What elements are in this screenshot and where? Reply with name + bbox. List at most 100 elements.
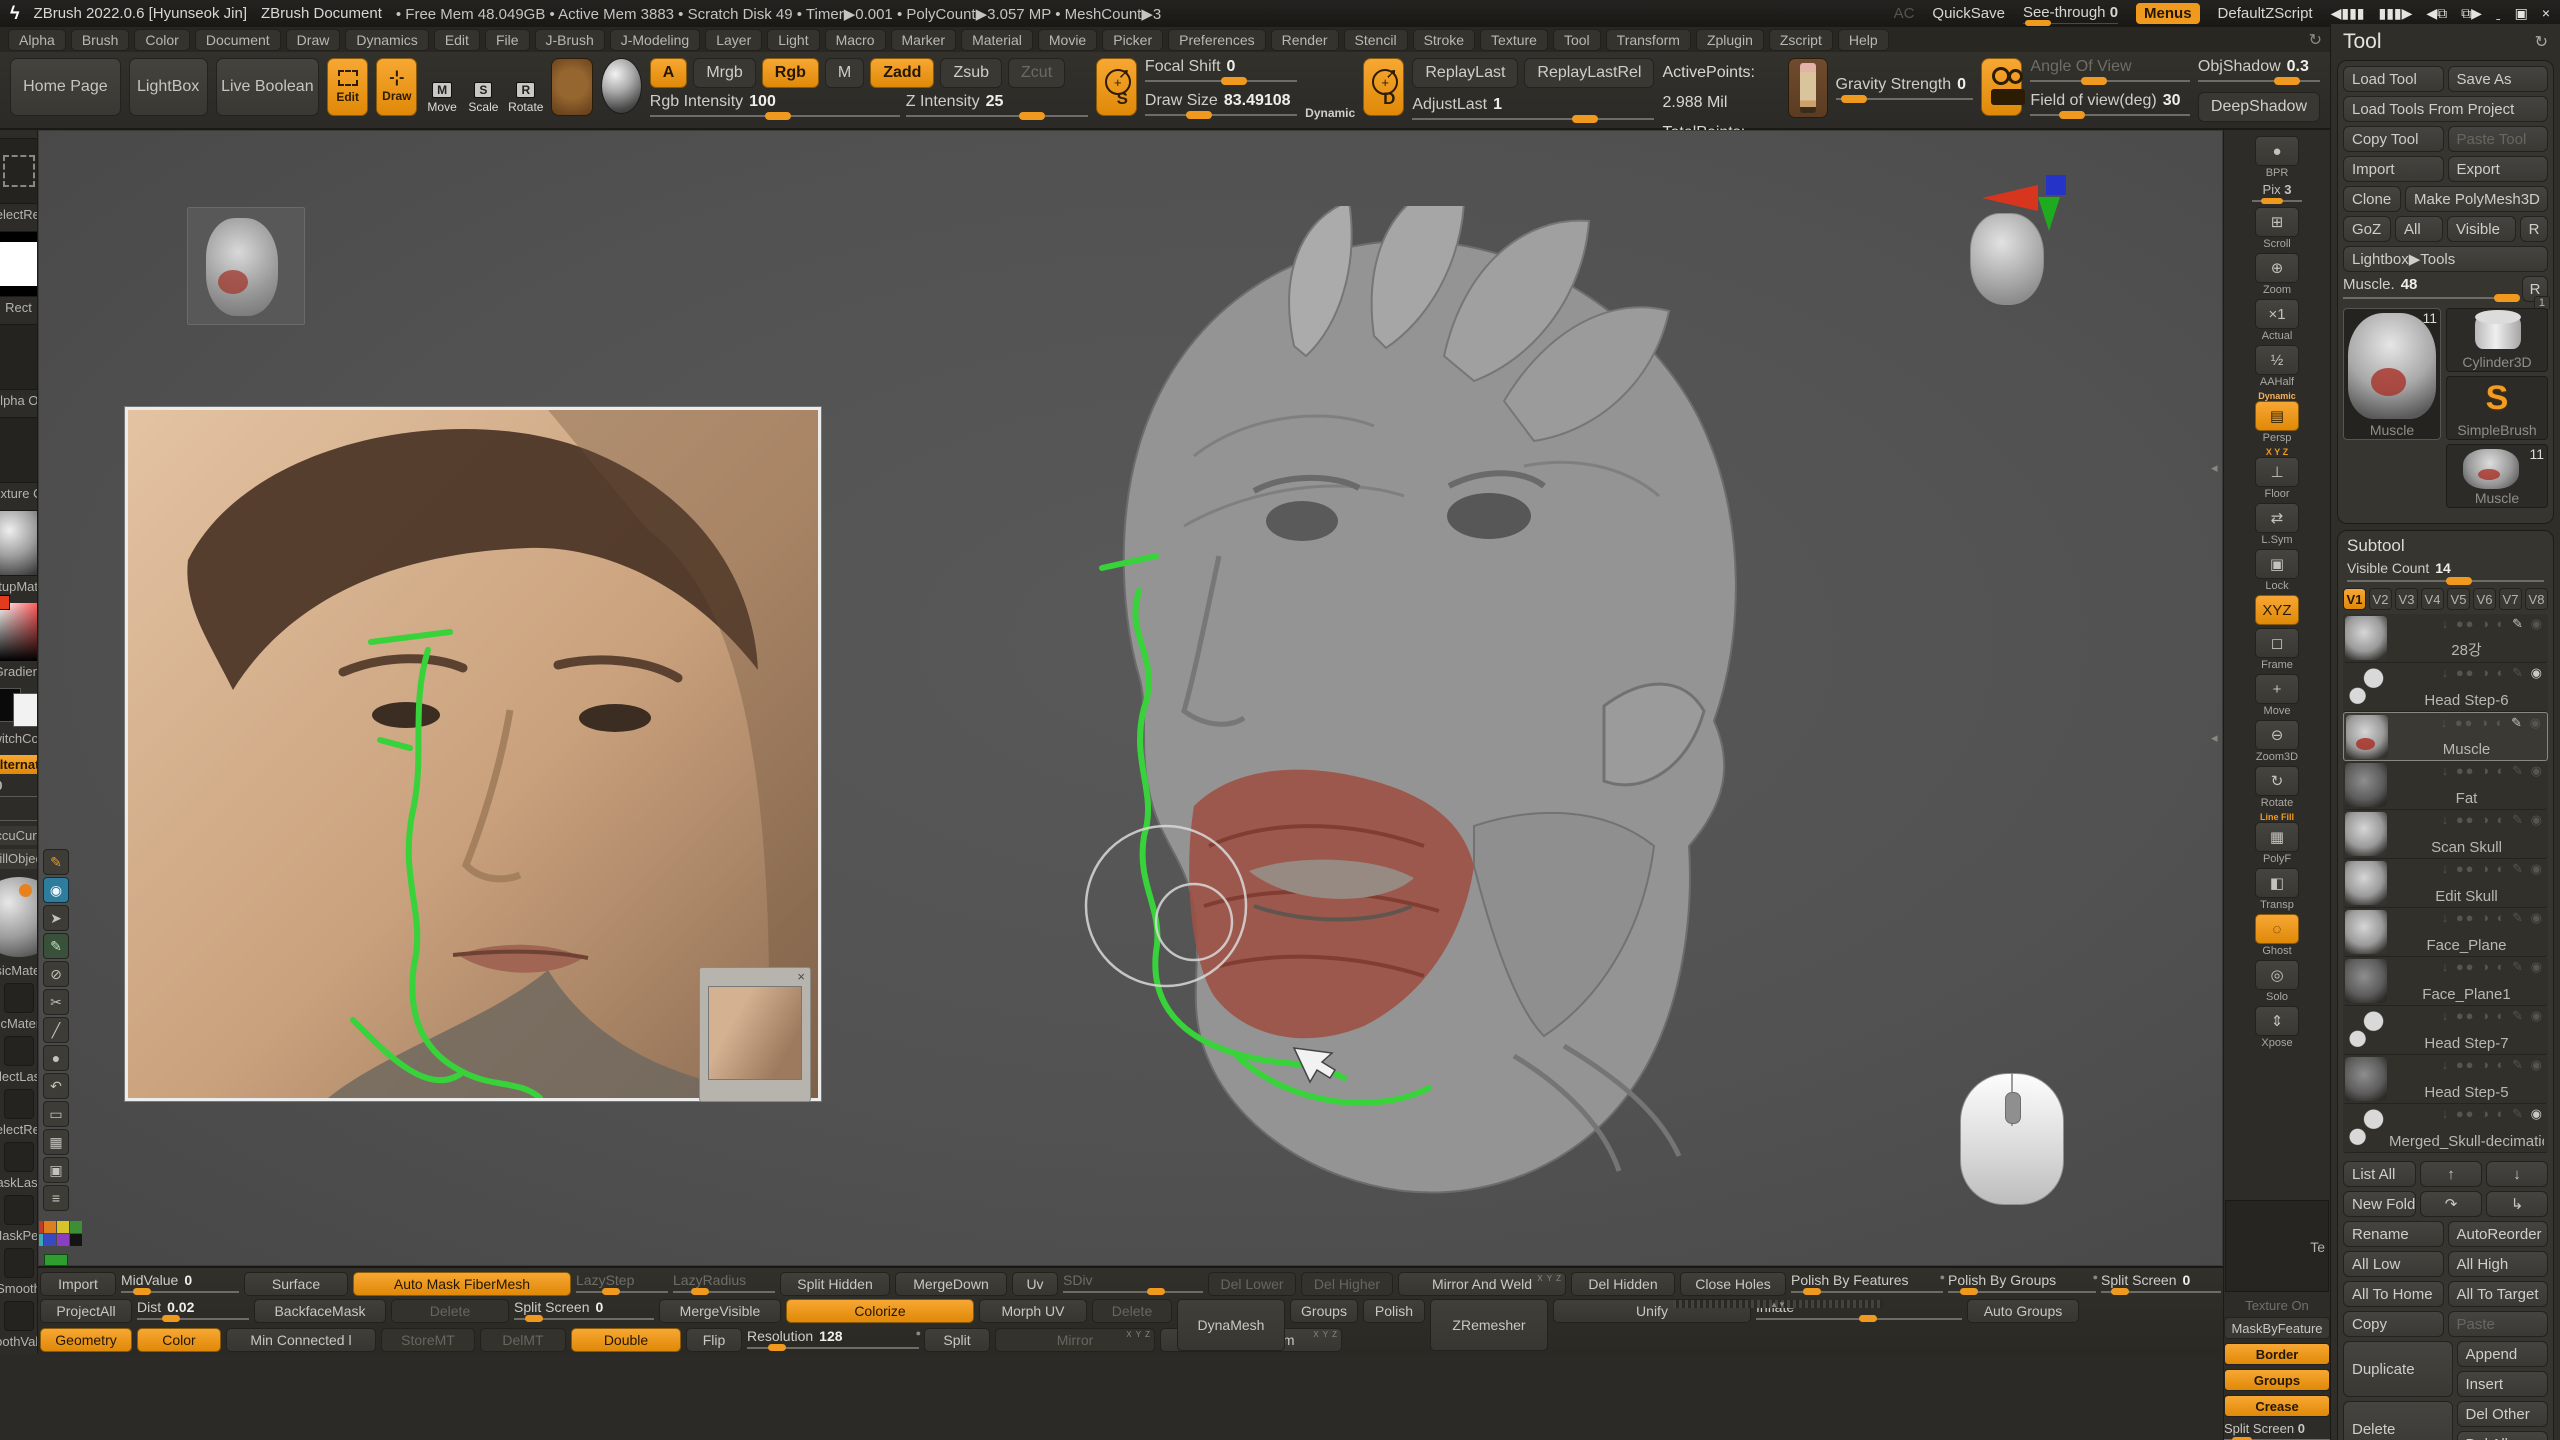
menu-render[interactable]: Render: [1271, 29, 1339, 51]
close-icon[interactable]: ×: [2542, 5, 2550, 22]
tray-item-selectrect[interactable]: SelectRect: [0, 138, 38, 222]
del-hidden-button[interactable]: Del Hidden: [1571, 1272, 1675, 1296]
tray-item-masklasso[interactable]: MaskLasso: [0, 1142, 38, 1190]
ruler-icon[interactable]: ╱: [43, 1017, 69, 1043]
restore-icon[interactable]: ▣: [2515, 5, 2528, 22]
insert-button[interactable]: Insert: [2457, 1371, 2549, 1397]
palette-swatch[interactable]: [57, 1221, 69, 1233]
select-cursor-icon[interactable]: ➤: [43, 905, 69, 931]
menu-tool[interactable]: Tool: [1553, 29, 1601, 51]
selectrect-thumbnail[interactable]: [0, 138, 38, 204]
menu-macro[interactable]: Macro: [825, 29, 886, 51]
rf-slider[interactable]: Rf 0: [0, 802, 38, 822]
menu-transform[interactable]: Transform: [1606, 29, 1691, 51]
subtool-row-edit-skull[interactable]: ↓ ●● ◑ ◐ ✎ ◉Edit Skull: [2343, 859, 2548, 908]
brush-preview-sphere[interactable]: [0, 877, 38, 957]
menu-refresh-icon[interactable]: ↻: [2309, 30, 2322, 50]
edit-mode-button[interactable]: Edit: [327, 58, 368, 116]
palette-swatch[interactable]: [70, 1234, 82, 1246]
paint-mode-mrgb[interactable]: Mrgb: [693, 58, 755, 88]
move-in-button[interactable]: ↳: [2486, 1191, 2548, 1217]
subtool-row-muscle[interactable]: ↓ ●● ◑ ◐ ✎ ◉Muscle: [2343, 712, 2548, 761]
knife-icon[interactable]: ✂: [43, 989, 69, 1015]
tray-item-selectlasso[interactable]: SelectLasso: [0, 1036, 38, 1084]
color-picker[interactable]: [0, 603, 38, 661]
active-tool-thumbnail[interactable]: 11 Muscle: [2343, 308, 2441, 440]
groups-button[interactable]: Groups: [2224, 1369, 2330, 1391]
menu-marker[interactable]: Marker: [891, 29, 957, 51]
saturation-square[interactable]: [0, 603, 38, 661]
goz-button[interactable]: GoZ: [2343, 216, 2391, 242]
double-button[interactable]: Double: [571, 1328, 681, 1352]
grid-icon[interactable]: ▦: [43, 1129, 69, 1155]
version-tab-v1[interactable]: V1: [2343, 588, 2366, 610]
polish-by-features-slider[interactable]: Polish By Features: [1791, 1272, 1943, 1295]
tray-item-texture-off[interactable]: Texture Off: [0, 417, 38, 501]
tray-item-startupmaterial[interactable]: StartupMaterial: [0, 510, 38, 594]
move3d-button[interactable]: +Move: [2251, 674, 2303, 717]
tool-item-muscle[interactable]: 11 Muscle: [2446, 444, 2548, 508]
palette-swatch[interactable]: [70, 1221, 82, 1233]
append-button[interactable]: Append: [2457, 1341, 2549, 1367]
symmetry-s-button[interactable]: +➚S: [1096, 58, 1137, 116]
layout-prev-icon[interactable]: ◀▮▮▮: [2331, 5, 2365, 22]
split-screen-slider[interactable]: Split Screen0: [2101, 1272, 2221, 1295]
tray-item-selectrect[interactable]: SelectRect: [0, 1089, 38, 1137]
list-all-button[interactable]: List All: [2343, 1161, 2416, 1187]
del-other-button[interactable]: Del Other: [2457, 1401, 2549, 1427]
image-icon[interactable]: ▣: [43, 1157, 69, 1183]
menu-stroke[interactable]: Stroke: [1413, 29, 1475, 51]
focal-shift-slider[interactable]: Focal Shift0: [1145, 58, 1297, 84]
sculpt-canvas[interactable]: × ✎◉➤✎⊘✂╱●↶▭▦▣≡: [38, 130, 2223, 1266]
layout-next-icon[interactable]: ▮▮▮▶: [2378, 5, 2412, 22]
paint-mode-zsub[interactable]: Zsub: [940, 58, 1002, 88]
dynamic-draw-size-button[interactable]: +➚D: [1363, 58, 1404, 116]
replay-last-button[interactable]: ReplayLast: [1412, 58, 1518, 88]
crease-button[interactable]: Crease: [2224, 1395, 2330, 1417]
version-tab-v5[interactable]: V5: [2447, 588, 2470, 610]
morph-uv-button[interactable]: Morph UV: [979, 1299, 1087, 1323]
tool-item-simplebrush[interactable]: S SimpleBrush: [2446, 376, 2548, 440]
frame-button[interactable]: ◻Frame: [2251, 628, 2303, 671]
scale-mode-button[interactable]: SScale: [467, 58, 500, 116]
home-page-button[interactable]: Home Page: [10, 58, 121, 116]
dot-brush-icon[interactable]: ●: [43, 1045, 69, 1071]
tray-item-rect[interactable]: Rect: [0, 231, 38, 315]
paint-mode-rgb[interactable]: Rgb: [762, 58, 819, 88]
projectall-button[interactable]: ProjectAll: [40, 1299, 132, 1323]
import-button[interactable]: Import: [40, 1272, 116, 1296]
gravity-strength-slider[interactable]: Gravity Strength0: [1836, 76, 1974, 102]
draw-size-slider[interactable]: Draw Size83.49108: [1145, 92, 1297, 118]
rgb-intensity-slider[interactable]: Rgb Intensity100: [650, 93, 900, 119]
load-tools-from-project-button[interactable]: Load Tools From Project: [2343, 96, 2548, 122]
menu-color[interactable]: Color: [134, 29, 189, 51]
menu-draw[interactable]: Draw: [286, 29, 341, 51]
tool-name-slider[interactable]: Muscle.48: [2343, 276, 2518, 301]
tray-item-maskpen[interactable]: MaskPen: [0, 1195, 38, 1243]
subtool-row-28[interactable]: ↓ ●● ◑ ◐ ✎ ◉28강: [2343, 614, 2548, 663]
rect-thumbnail[interactable]: [0, 231, 38, 297]
obj-shadow-slider[interactable]: ObjShadow0.3: [2198, 58, 2320, 84]
lsym-button[interactable]: ⇄L.Sym: [2251, 503, 2303, 546]
ecorche-model[interactable]: [1044, 206, 1804, 1246]
mergevisible-button[interactable]: MergeVisible: [659, 1299, 781, 1323]
menu-document[interactable]: Document: [195, 29, 281, 51]
alternate-button[interactable]: Alternate: [0, 755, 38, 774]
texture-off-thumbnail[interactable]: [0, 417, 38, 483]
color-pen-icon[interactable]: ✎: [43, 849, 69, 875]
palette-swatch[interactable]: [57, 1234, 69, 1246]
tray-item-basicmaterialb[interactable]: BasicMaterialB: [0, 983, 38, 1031]
export-button[interactable]: Export: [2448, 156, 2549, 182]
brush-off-icon[interactable]: ⊘: [43, 961, 69, 987]
backfacemask-button[interactable]: BackfaceMask: [254, 1299, 386, 1323]
solo-button[interactable]: ◎Solo: [2251, 960, 2303, 1003]
current-brush-thumbnail[interactable]: [551, 58, 592, 116]
make-polymesh3d-button[interactable]: Make PolyMesh3D: [2405, 186, 2548, 212]
menu-file[interactable]: File: [485, 29, 530, 51]
menu-zscript[interactable]: Zscript: [1769, 29, 1833, 51]
delete-button[interactable]: Delete: [2343, 1401, 2453, 1440]
duplicate-button[interactable]: Duplicate: [2343, 1341, 2453, 1397]
alpha-off-thumbnail[interactable]: [0, 324, 38, 390]
new-folder-button[interactable]: New Folder: [2343, 1191, 2416, 1217]
split-button[interactable]: Split: [924, 1328, 990, 1352]
